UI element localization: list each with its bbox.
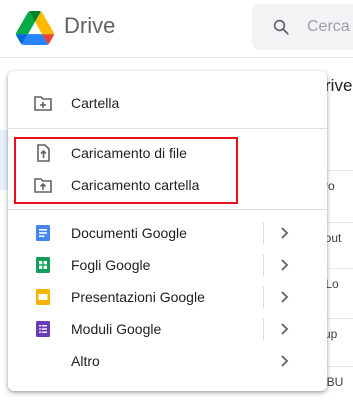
google-sheets-icon <box>36 257 50 273</box>
google-forms-icon <box>36 321 50 337</box>
new-folder-icon <box>34 96 52 111</box>
menu-divider <box>8 128 327 129</box>
menu-item-label: Presentazioni Google <box>71 289 205 305</box>
chevron-right-icon <box>281 227 289 239</box>
top-bar: Drive Cerca <box>0 0 353 58</box>
column-title: rive <box>325 76 353 95</box>
search-icon[interactable] <box>272 18 290 36</box>
google-docs-icon <box>36 225 50 241</box>
sidebar-selection <box>0 130 8 190</box>
chevron-right-icon <box>281 323 289 335</box>
menu-item-label: Moduli Google <box>71 321 162 337</box>
menu-separator <box>263 318 264 340</box>
highlight-box <box>14 137 238 204</box>
app-title: Drive <box>64 13 116 38</box>
chevron-right-icon <box>281 355 289 367</box>
menu-item-more[interactable]: Altro <box>8 345 327 377</box>
menu-item-label: Altro <box>71 353 100 369</box>
menu-item-label: Cartella <box>71 95 120 111</box>
menu-item-label: Documenti Google <box>71 225 187 241</box>
search-input[interactable]: Cerca <box>252 4 353 50</box>
menu-item-google-forms[interactable]: Moduli Google <box>8 313 327 345</box>
menu-separator <box>263 286 264 308</box>
menu-item-label: Fogli Google <box>71 257 151 273</box>
menu-divider <box>8 209 327 210</box>
new-item-menu: Cartella Caricamento di file Caricamento… <box>8 71 327 391</box>
chevron-right-icon <box>281 259 289 271</box>
menu-item-google-sheets[interactable]: Fogli Google <box>8 249 327 281</box>
menu-item-new-folder[interactable]: Cartella <box>8 87 327 119</box>
search-placeholder: Cerca <box>307 18 350 35</box>
chevron-right-icon <box>281 291 289 303</box>
menu-item-google-slides[interactable]: Presentazioni Google <box>8 281 327 313</box>
drive-logo-icon[interactable] <box>16 11 54 45</box>
menu-item-google-docs[interactable]: Documenti Google <box>8 217 327 249</box>
google-slides-icon <box>36 289 50 305</box>
menu-separator <box>263 254 264 276</box>
menu-separator <box>263 222 264 244</box>
